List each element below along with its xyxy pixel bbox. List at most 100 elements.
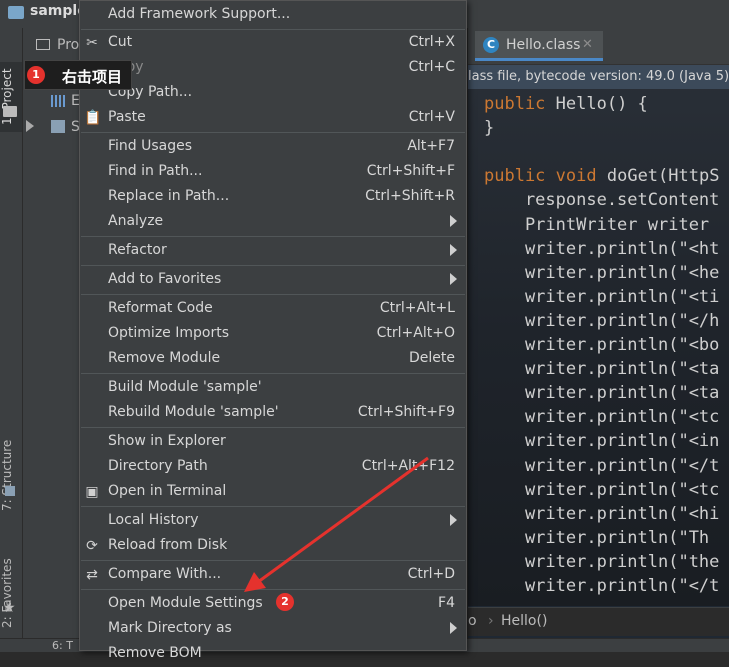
menu-item-label: Mark Directory as [108, 620, 232, 636]
menu-item-shortcut: Ctrl+Alt+F12 [361, 458, 455, 474]
menu-item-reload-from-disk[interactable]: ⟳ Reload from Disk [80, 534, 466, 559]
menu-item-label: Reload from Disk [108, 537, 228, 553]
menu-separator [81, 589, 465, 590]
terminal-tab[interactable]: 6: T [52, 639, 73, 652]
menu-item-directory-path[interactable]: Directory Path Ctrl+Alt+F12 [80, 455, 466, 480]
menu-separator [81, 373, 465, 374]
menu-item-shortcut: Ctrl+Shift+F9 [357, 404, 455, 420]
menu-separator [81, 265, 465, 266]
code-line: public Hello() { [484, 94, 648, 114]
menu-item-shortcut: Ctrl+Alt+O [376, 325, 455, 341]
folder-icon [3, 106, 17, 117]
menu-item-remove-module[interactable]: Remove Module Delete [80, 347, 466, 372]
menu-item-label: Rebuild Module 'sample' [108, 404, 279, 420]
tool-tab-favorites[interactable]: 2: Favorites [0, 553, 22, 633]
chevron-right-icon[interactable] [26, 120, 34, 132]
menu-separator [81, 506, 465, 507]
menu-item-local-history[interactable]: Local History [80, 509, 466, 534]
compare-icon: ⇄ [86, 567, 98, 583]
menu-item-reformat-code[interactable]: Reformat Code Ctrl+Alt+L [80, 297, 466, 322]
breadcrumb-item[interactable]: o [468, 613, 477, 629]
menu-item-add-to-favorites[interactable]: Add to Favorites [80, 268, 466, 293]
decompiled-info-bar: lass file, bytecode version: 49.0 (Java … [468, 65, 729, 89]
menu-item-add-framework-support[interactable]: Add Framework Support... [80, 3, 466, 28]
menu-item-cut[interactable]: ✂ Cut Ctrl+X [80, 31, 466, 56]
menu-item-label: Find Usages [108, 138, 193, 154]
menu-separator [81, 132, 465, 133]
menu-separator [81, 560, 465, 561]
menu-separator [81, 29, 465, 30]
menu-item-open-in-terminal[interactable]: ▣ Open in Terminal [80, 480, 466, 505]
menu-item-shortcut: Delete [409, 350, 455, 366]
project-panel-header[interactable]: Pro [57, 37, 79, 53]
menu-item-label: Local History [108, 512, 199, 528]
code-line: PrintWriter writer [484, 214, 710, 235]
breadcrumb-item[interactable]: Hello() [501, 613, 547, 629]
code-line: writer.println("<tc [484, 407, 720, 428]
menu-item-mark-directory-as[interactable]: Mark Directory as [80, 617, 466, 642]
menu-item-open-module-settings[interactable]: Open Module Settings F4 [80, 592, 466, 617]
menu-item-show-in-explorer[interactable]: Show in Explorer [80, 430, 466, 455]
menu-item-find-in-path[interactable]: Find in Path... Ctrl+Shift+F [80, 160, 466, 185]
submenu-arrow-icon [450, 622, 457, 634]
menu-item-shortcut: F4 [438, 595, 455, 611]
menu-item-label: Refactor [108, 242, 167, 258]
menu-item-build-module-sample[interactable]: Build Module 'sample' [80, 376, 466, 401]
menu-item-shortcut: Ctrl+Shift+R [365, 188, 455, 204]
tool-window-strip: 1: Project 7: Structure 2: Favorites ★ [0, 28, 23, 651]
menu-item-label: Build Module 'sample' [108, 379, 262, 395]
menu-item-rebuild-module-sample[interactable]: Rebuild Module 'sample' Ctrl+Shift+F9 [80, 401, 466, 426]
scratches-icon [51, 120, 65, 133]
structure-icon [5, 486, 15, 496]
code-line: } [484, 118, 495, 139]
submenu-arrow-icon [450, 514, 457, 526]
menu-item-label: Compare With... [108, 566, 222, 582]
submenu-arrow-icon [450, 215, 457, 227]
menu-item-label: Open in Terminal [108, 483, 227, 499]
menu-item-shortcut: Ctrl+Shift+F [366, 163, 455, 179]
menu-item-replace-in-path[interactable]: Replace in Path... Ctrl+Shift+R [80, 185, 466, 210]
menu-item-optimize-imports[interactable]: Optimize Imports Ctrl+Alt+O [80, 322, 466, 347]
project-panel-icon [36, 39, 50, 50]
context-menu: Add Framework Support... ✂ Cut Ctrl+X ❐CopyC… [79, 0, 467, 661]
menu-item-label: Paste [108, 109, 146, 125]
menu-item-label: Reformat Code [108, 300, 213, 316]
menu-item-copy[interactable]: ❐CopyCtrl+C [80, 56, 466, 81]
menu-item-label: Cut [108, 34, 133, 50]
tool-tab-project[interactable]: 1: Project [0, 62, 22, 132]
submenu-arrow-icon [450, 273, 457, 285]
menu-item-shortcut: Ctrl+V [408, 109, 455, 125]
menu-item-label: Replace in Path... [108, 188, 230, 204]
menu-item-shortcut: Ctrl+C [408, 59, 455, 75]
code-line: writer.println("<ta [484, 383, 720, 404]
menu-item-label: Analyze [108, 213, 164, 229]
menu-item-remove-bom[interactable]: Remove BOM [80, 642, 466, 667]
menu-item-compare-with[interactable]: ⇄ Compare With... Ctrl+D [80, 563, 466, 588]
menu-item-shortcut: Ctrl+Alt+L [379, 300, 455, 316]
code-line: writer.println("<tc [484, 479, 720, 500]
code-line: writer.println("<in [484, 431, 720, 452]
menu-item-label: Directory Path [108, 458, 208, 474]
menu-item-label: Remove Module [108, 350, 221, 366]
menu-item-paste[interactable]: 📋 Paste Ctrl+V [80, 106, 466, 131]
menu-item-analyze[interactable]: Analyze [80, 210, 466, 235]
terminal-icon: ▣ [85, 484, 99, 500]
menu-item-shortcut: Ctrl+D [407, 566, 455, 582]
menu-item-label: Show in Explorer [108, 433, 226, 449]
paste-icon: 📋 [84, 110, 102, 126]
menu-item-label: Find in Path... [108, 163, 203, 179]
step-badge-2: 2 [276, 593, 294, 611]
reload-icon: ⟳ [86, 538, 98, 554]
scissors-icon: ✂ [86, 35, 98, 51]
menu-item-refactor[interactable]: Refactor [80, 239, 466, 264]
close-icon[interactable]: ✕ [582, 37, 593, 52]
tool-tab-structure[interactable]: 7: Structure [0, 433, 22, 518]
code-line: writer.println("</t [484, 576, 720, 596]
menu-separator [81, 427, 465, 428]
code-line: writer.println("<hi [484, 503, 720, 524]
menu-item-label: Optimize Imports [108, 325, 229, 341]
menu-item-find-usages[interactable]: Find Usages Alt+F7 [80, 135, 466, 160]
menu-item-copy-path[interactable]: Copy Path... [80, 81, 466, 106]
tab-label[interactable]: Hello.class [506, 37, 580, 53]
code-line: writer.println("<bo [484, 335, 720, 355]
